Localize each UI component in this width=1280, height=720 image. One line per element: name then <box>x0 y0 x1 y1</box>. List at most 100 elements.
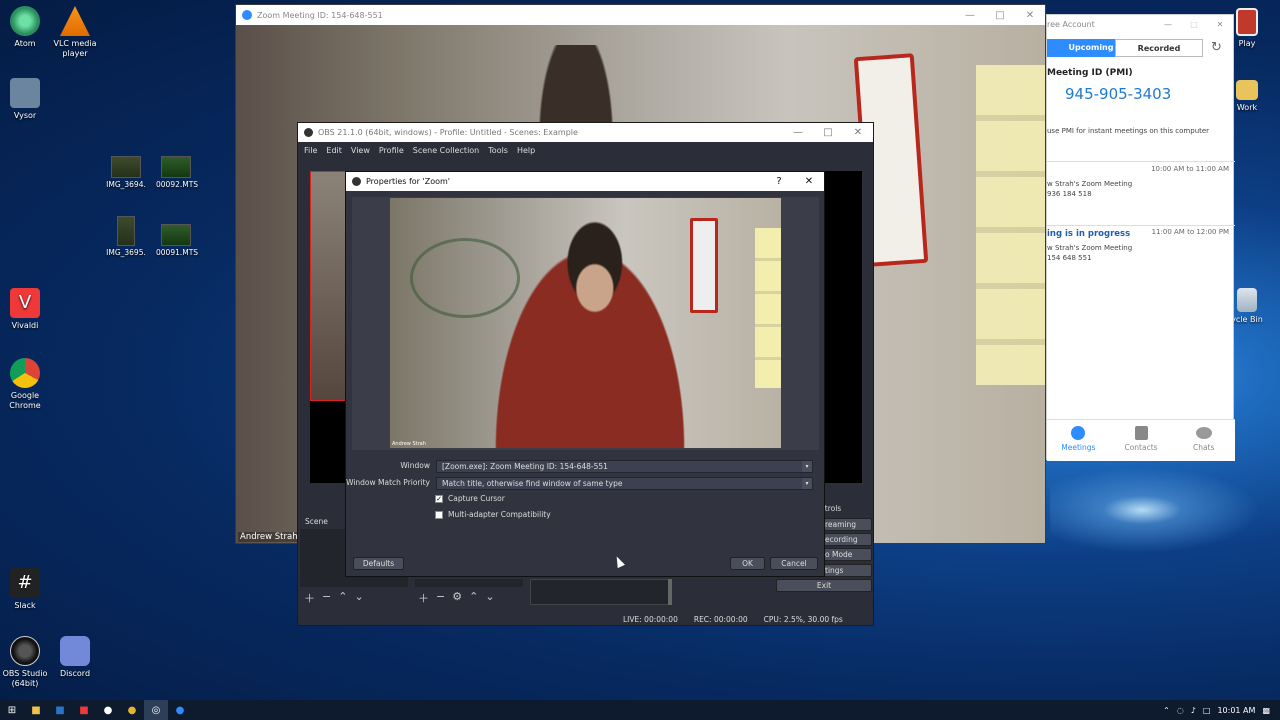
ok-button[interactable]: OK <box>730 557 765 570</box>
settings-button[interactable]: tings <box>820 564 872 577</box>
outlook-icon[interactable]: ■ <box>48 700 72 720</box>
close-icon[interactable]: ✕ <box>1015 10 1045 21</box>
match-priority-select[interactable]: Match title, otherwise find window of sa… <box>436 477 813 490</box>
desktop-thumb[interactable]: IMG_3695. <box>106 216 146 257</box>
vlc-icon <box>60 6 90 36</box>
meeting-status: ing is in progress <box>1047 229 1131 239</box>
close-icon[interactable]: ✕ <box>1207 20 1233 29</box>
properties-preview: Andrew Strah <box>352 197 819 450</box>
refresh-icon[interactable]: ↻ <box>1211 40 1222 55</box>
zoom-taskbar-icon[interactable]: ● <box>168 700 192 720</box>
nav-chats[interactable]: Chats <box>1172 420 1235 461</box>
start-recording-button[interactable]: ecording <box>820 533 872 546</box>
minimize-icon[interactable]: — <box>783 127 813 138</box>
meeting-id: 936 184 518 <box>1047 190 1092 198</box>
meeting-item[interactable]: 11:00 AM to 12:00 PM ing is in progress … <box>1047 226 1235 286</box>
nav-meetings[interactable]: Meetings <box>1047 420 1110 461</box>
checkbox-checked[interactable]: ✓ <box>435 494 443 503</box>
window-label: Window <box>400 461 430 470</box>
clock-time[interactable]: 10:01 AM <box>1217 706 1255 715</box>
nav-label: Chats <box>1192 443 1215 452</box>
sources-list[interactable] <box>415 579 523 587</box>
action-center-icon[interactable]: ▩ <box>1262 706 1270 715</box>
tray-chevron-up-icon[interactable]: ⌃ <box>1163 706 1170 715</box>
defaults-button[interactable]: Defaults <box>353 557 404 570</box>
desktop-icon-label: OBS Studio (64bit) <box>2 669 48 688</box>
mixer-panel[interactable] <box>530 579 672 605</box>
menu-view[interactable]: View <box>351 146 370 155</box>
add-icon[interactable]: ＋ <box>418 590 429 606</box>
maximize-icon[interactable]: □ <box>813 127 843 138</box>
remove-icon[interactable]: − <box>322 590 331 606</box>
menu-file[interactable]: File <box>304 146 317 155</box>
studio-mode-button[interactable]: o Mode <box>820 548 872 561</box>
nav-label: Contacts <box>1124 443 1158 452</box>
zoom-home-window[interactable]: ree Account — □ ✕ Upcoming Recorded ↻ Me… <box>1046 14 1235 461</box>
notification-icon[interactable]: □ <box>1203 706 1211 715</box>
start-icon[interactable]: ⊞ <box>0 700 24 720</box>
desktop-thumb[interactable]: IMG_3694. <box>106 156 146 189</box>
discord-icon <box>60 636 90 666</box>
tab-recorded[interactable]: Recorded <box>1115 39 1203 57</box>
zoom-home-titlebar[interactable]: ree Account — □ ✕ <box>1047 15 1233 33</box>
window-select[interactable]: [Zoom.exe]: Zoom Meeting ID: 154-648-551… <box>436 460 813 473</box>
menu-edit[interactable]: Edit <box>326 146 342 155</box>
slack-icon[interactable]: ● <box>96 700 120 720</box>
menu-scene-collection[interactable]: Scene Collection <box>413 146 480 155</box>
move-down-icon[interactable]: ⌄ <box>354 590 363 606</box>
capture-cursor-checkbox[interactable]: ✓ Capture Cursor <box>435 494 505 503</box>
pmi-value[interactable]: 945-905-3403 <box>1065 85 1171 103</box>
obs-taskbar-icon[interactable]: ◎ <box>144 700 168 720</box>
desktop-icon-label: Vivaldi <box>11 321 39 330</box>
multi-adapter-checkbox[interactable]: Multi-adapter Compatibility <box>435 510 551 519</box>
menu-profile[interactable]: Profile <box>379 146 404 155</box>
desktop-icon-chrome[interactable]: Google Chrome <box>0 358 54 411</box>
slack-icon: # <box>10 568 40 598</box>
close-icon[interactable]: ✕ <box>843 127 873 138</box>
maximize-icon[interactable]: □ <box>1181 20 1207 29</box>
meeting-item[interactable]: 10:00 AM to 11:00 AM w Strah's Zoom Meet… <box>1047 163 1235 223</box>
desktop-thumb[interactable]: 00092.MTS <box>156 156 198 189</box>
menu-tools[interactable]: Tools <box>488 146 508 155</box>
close-icon[interactable]: ✕ <box>794 176 824 187</box>
maximize-icon[interactable]: □ <box>985 10 1015 21</box>
minimize-icon[interactable]: — <box>1155 20 1181 29</box>
zoom-home-nav: Meetings Contacts Chats <box>1047 419 1235 461</box>
zoom-meeting-titlebar[interactable]: Zoom Meeting ID: 154-648-551 — □ ✕ <box>236 5 1045 25</box>
start-streaming-button[interactable]: reaming <box>820 518 872 531</box>
chrome-icon[interactable]: ● <box>120 700 144 720</box>
menu-help[interactable]: Help <box>517 146 535 155</box>
exit-button[interactable]: Exit <box>776 579 872 592</box>
vivaldi-icon[interactable]: ■ <box>72 700 96 720</box>
vysor-icon <box>10 78 40 108</box>
mixer-scrollbar[interactable] <box>668 579 672 605</box>
properties-titlebar[interactable]: Properties for 'Zoom' ? ✕ <box>346 172 824 191</box>
checkbox-unchecked[interactable] <box>435 510 443 519</box>
obs-titlebar[interactable]: OBS 21.1.0 (64bit, windows) - Profile: U… <box>298 123 873 142</box>
video-file-icon <box>161 224 191 246</box>
desktop-icon-vivaldi[interactable]: V Vivaldi <box>0 288 54 331</box>
capture-cursor-label: Capture Cursor <box>448 494 505 503</box>
help-button[interactable]: ? <box>764 176 794 187</box>
desktop-icon-slack[interactable]: # Slack <box>0 568 54 611</box>
move-up-icon[interactable]: ⌃ <box>469 590 478 606</box>
file-explorer-icon[interactable]: ■ <box>24 700 48 720</box>
image-file-icon <box>111 156 141 178</box>
remove-icon[interactable]: − <box>436 590 445 606</box>
desktop-icon-discord[interactable]: Discord <box>46 636 104 679</box>
properties-dialog[interactable]: Properties for 'Zoom' ? ✕ Andrew Strah W… <box>345 171 825 577</box>
nav-contacts[interactable]: Contacts <box>1110 420 1173 461</box>
desktop-icon-label: Google Chrome <box>9 391 41 410</box>
cancel-button[interactable]: Cancel <box>770 557 818 570</box>
network-icon[interactable]: ◌ <box>1177 706 1184 715</box>
desktop-thumb[interactable]: 00091.MTS <box>156 224 198 257</box>
video-file-icon <box>161 156 191 178</box>
add-icon[interactable]: ＋ <box>304 590 315 606</box>
volume-icon[interactable]: ♪ <box>1191 706 1196 715</box>
desktop-icon-vysor[interactable]: Vysor <box>0 78 54 121</box>
move-down-icon[interactable]: ⌄ <box>485 590 494 606</box>
desktop-icon-vlc[interactable]: VLC media player <box>46 6 104 59</box>
gear-icon[interactable]: ⚙ <box>452 590 462 606</box>
move-up-icon[interactable]: ⌃ <box>338 590 347 606</box>
minimize-icon[interactable]: — <box>955 10 985 21</box>
